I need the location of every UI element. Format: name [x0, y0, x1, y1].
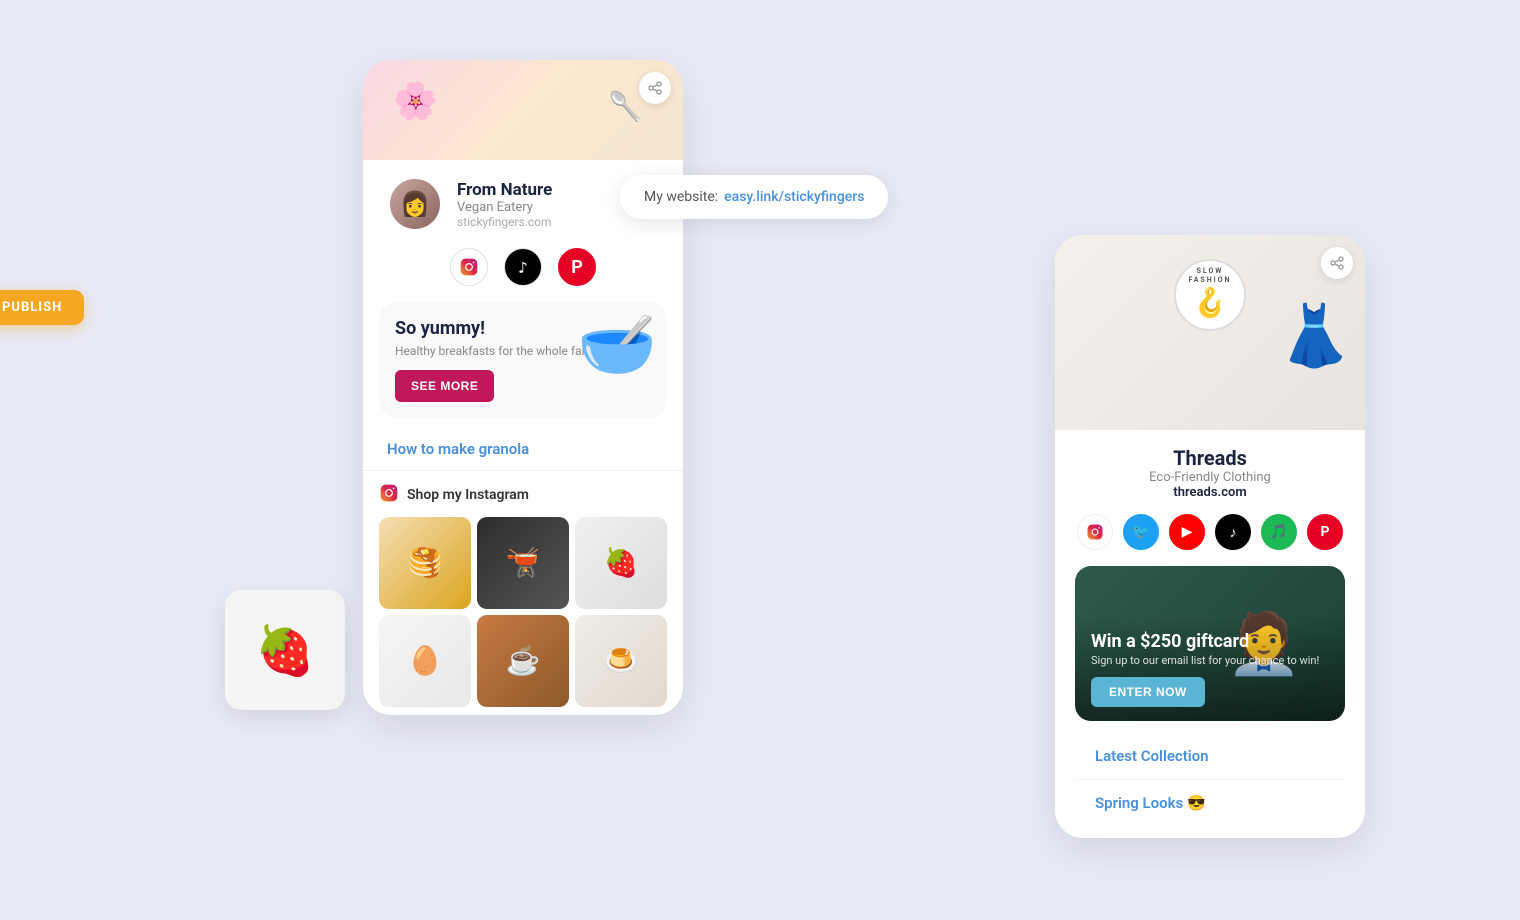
threads-pinterest-icon[interactable]: P	[1307, 514, 1343, 550]
clothes-rack: 👗	[1265, 255, 1365, 415]
giftcard-subtitle: Sign up to our email list for your chanc…	[1091, 654, 1329, 667]
spring-looks-link[interactable]: Spring Looks 😎	[1075, 780, 1345, 826]
giftcard-title: Win a $250 giftcard	[1091, 631, 1329, 652]
right-card: SLOW FASHION 🪝 👗 Threads Eco-Friendly Cl…	[1055, 235, 1365, 838]
instagram-icon[interactable]	[450, 248, 488, 286]
website-label: My website:	[644, 189, 718, 205]
photo-cell-1[interactable]: 🥞	[379, 517, 471, 609]
threads-twitter-icon[interactable]: 🐦	[1123, 514, 1159, 550]
strawberry-emoji: 🍓	[255, 622, 315, 679]
latest-collection-link[interactable]: Latest Collection	[1075, 733, 1345, 780]
see-more-button[interactable]: SEE MORE	[395, 370, 494, 402]
website-pill-card: My website: easy.link/stickyfingers	[620, 175, 888, 219]
threads-spotify-icon[interactable]: 🎵	[1261, 514, 1297, 550]
enter-now-button[interactable]: ENTER NOW	[1091, 677, 1205, 707]
granola-link[interactable]: How to make granola	[363, 428, 683, 471]
threads-url: threads.com	[1075, 485, 1345, 500]
threads-name: Threads	[1075, 446, 1345, 470]
avatar: 👩	[387, 176, 443, 232]
threads-social-row: 🐦 ▶ ♪ 🎵 P	[1075, 514, 1345, 550]
card-header-image	[363, 60, 683, 160]
photo-cell-2[interactable]: 🫕	[477, 517, 569, 609]
instagram-shop-title: Shop my Instagram	[379, 483, 667, 507]
giftcard-banner: 🧑‍💼 Win a $250 giftcard Sign up to our e…	[1075, 566, 1345, 721]
publish-badge[interactable]: PUBLISH	[0, 290, 84, 325]
photo-cell-6[interactable]: 🍮	[575, 615, 667, 707]
floating-strawberry-card: 🍓	[225, 590, 345, 710]
food-image-emoji: 🥣	[577, 307, 657, 382]
threads-logo: SLOW FASHION 🪝	[1174, 259, 1246, 331]
threads-tiktok-icon[interactable]: ♪	[1215, 514, 1251, 550]
photo-grid: 🥞 🫕 🍓 🥚 ☕ 🍮	[379, 517, 667, 707]
instagram-shop-label: Shop my Instagram	[407, 487, 529, 503]
instagram-shop-section: Shop my Instagram 🥞 🫕 🍓 🥚 ☕ 🍮	[363, 471, 683, 715]
tiktok-icon[interactable]: ♪	[504, 248, 542, 286]
photo-cell-4[interactable]: 🥚	[379, 615, 471, 707]
instagram-shop-icon	[379, 483, 399, 507]
threads-header: SLOW FASHION 🪝 👗	[1055, 235, 1365, 430]
website-link[interactable]: easy.link/stickyfingers	[724, 189, 864, 205]
photo-cell-3[interactable]: 🍓	[575, 517, 667, 609]
giftcard-overlay: Win a $250 giftcard Sign up to our email…	[1075, 617, 1345, 721]
hanger-icon: 🪝	[1176, 285, 1244, 321]
threads-share-button[interactable]	[1321, 247, 1353, 279]
profile-website: stickyfingers.com	[457, 215, 659, 229]
share-button[interactable]	[639, 72, 671, 104]
threads-instagram-icon[interactable]	[1077, 514, 1113, 550]
social-icons-row: ♪ P	[363, 240, 683, 302]
pinterest-icon[interactable]: P	[558, 248, 596, 286]
threads-youtube-icon[interactable]: ▶	[1169, 514, 1205, 550]
food-promo-card: So yummy! Healthy breakfasts for the who…	[379, 302, 667, 418]
threads-body: Threads Eco-Friendly Clothing threads.co…	[1055, 430, 1365, 838]
threads-subtitle: Eco-Friendly Clothing	[1075, 470, 1345, 485]
left-card: 👩 From Nature Vegan Eatery stickyfingers…	[363, 60, 683, 715]
photo-cell-5[interactable]: ☕	[477, 615, 569, 707]
